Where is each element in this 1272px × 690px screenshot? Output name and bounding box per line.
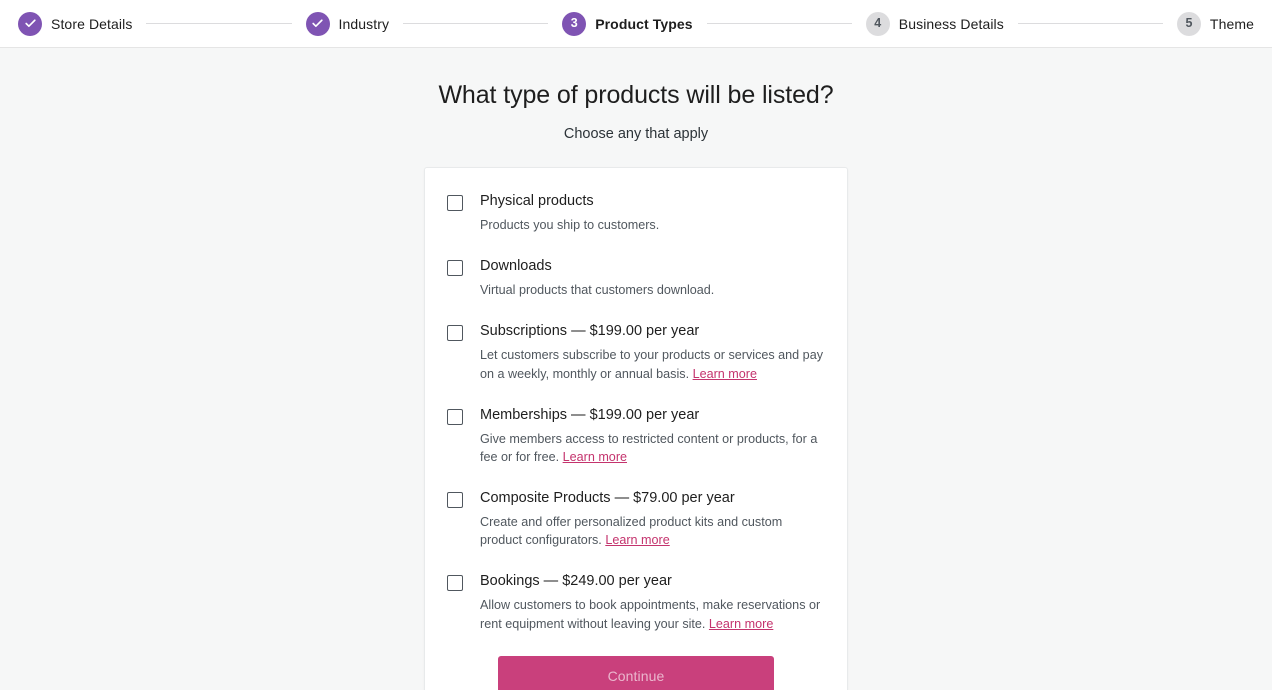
continue-button[interactable]: Continue [498, 655, 774, 690]
option-body: Composite Products — $79.00 per year Crea… [480, 489, 825, 549]
stepper-connector [1017, 23, 1163, 24]
option-description-text: Products you ship to customers. [480, 218, 660, 233]
card-actions: Continue [447, 655, 825, 690]
learn-more-link-bookings[interactable]: Learn more [709, 617, 773, 631]
stepper-connector [146, 23, 292, 24]
checkbox-physical-products[interactable] [447, 195, 463, 212]
option-body: Bookings — $249.00 per year Allow custome… [480, 572, 825, 632]
step-number-badge: 3 [562, 11, 587, 36]
stepper-connector [706, 23, 852, 24]
product-type-option-downloads[interactable]: Downloads Virtual products that customers… [447, 251, 825, 305]
step-complete-check-icon [305, 11, 330, 36]
learn-more-link-composite-products[interactable]: Learn more [605, 533, 669, 547]
checkbox-subscriptions[interactable] [447, 325, 463, 342]
step-number-badge: 4 [865, 11, 890, 36]
checkbox-downloads[interactable] [447, 260, 463, 277]
wizard-stepper-bar: Store Details Industry 3 Product Types 4 Busi… [0, 0, 1272, 48]
stepper-step-business-details: 4 Business Details [865, 11, 1004, 36]
learn-more-link-memberships[interactable]: Learn more [563, 450, 627, 464]
stepper-step-industry[interactable]: Industry [305, 11, 390, 36]
stepper-step-store-details[interactable]: Store Details [18, 11, 133, 36]
page-title: What type of products will be listed? [438, 81, 834, 109]
checkbox-composite-products[interactable] [447, 492, 463, 509]
product-type-option-physical-products[interactable]: Physical products Products you ship to cu… [447, 186, 825, 240]
stepper-step-label: Industry [338, 15, 390, 32]
option-body: Physical products Products you ship to cu… [480, 192, 825, 234]
main-content: What type of products will be listed? Ch… [0, 48, 1272, 690]
stepper-connector [403, 23, 549, 24]
option-title: Physical products [480, 193, 594, 210]
option-body: Subscriptions — $199.00 per year Let cust… [480, 322, 825, 382]
product-type-option-bookings[interactable]: Bookings — $249.00 per year Allow custome… [447, 566, 825, 638]
step-number-badge: 5 [1176, 11, 1201, 36]
option-title: Memberships — $199.00 per year [480, 406, 700, 423]
product-type-option-list: Physical products Products you ship to cu… [447, 186, 825, 639]
option-description: Allow customers to book appointments, ma… [480, 596, 825, 633]
option-title: Subscriptions — $199.00 per year [480, 323, 700, 340]
option-description: Give members access to restricted conten… [480, 430, 825, 467]
option-description: Products you ship to customers. [480, 216, 825, 234]
stepper-step-product-types[interactable]: 3 Product Types [562, 11, 693, 36]
option-body: Memberships — $199.00 per year Give membe… [480, 406, 825, 466]
option-title: Bookings — $249.00 per year [480, 573, 672, 590]
option-description-text: Virtual products that customers download… [480, 283, 715, 298]
option-description: Virtual products that customers download… [480, 281, 825, 299]
option-body: Downloads Virtual products that customers… [480, 257, 825, 299]
product-type-option-subscriptions[interactable]: Subscriptions — $199.00 per year Let cust… [447, 316, 825, 388]
learn-more-link-subscriptions[interactable]: Learn more [693, 367, 757, 381]
stepper-step-label: Theme [1209, 15, 1254, 32]
option-description-text: Give members access to restricted conten… [480, 431, 818, 464]
stepper-step-label: Store Details [51, 15, 133, 32]
option-description: Let customers subscribe to your products… [480, 346, 825, 383]
stepper-step-theme: 5 Theme [1176, 11, 1254, 36]
option-description: Create and offer personalized product ki… [480, 513, 825, 550]
product-type-option-composite-products[interactable]: Composite Products — $79.00 per year Crea… [447, 483, 825, 555]
option-title: Composite Products — $79.00 per year [480, 490, 735, 507]
option-description-text: Let customers subscribe to your products… [480, 348, 823, 381]
product-type-option-memberships[interactable]: Memberships — $199.00 per year Give membe… [447, 400, 825, 472]
page-subtitle: Choose any that apply [563, 126, 709, 143]
step-complete-check-icon [18, 11, 42, 36]
stepper-step-label: Product Types [595, 15, 693, 32]
checkbox-bookings[interactable] [447, 575, 463, 592]
checkbox-memberships[interactable] [447, 408, 463, 425]
option-title: Downloads [480, 258, 552, 275]
product-types-card: Physical products Products you ship to cu… [424, 167, 848, 690]
stepper-step-label: Business Details [898, 15, 1004, 32]
wizard-stepper: Store Details Industry 3 Product Types 4 Busi… [18, 11, 1254, 36]
